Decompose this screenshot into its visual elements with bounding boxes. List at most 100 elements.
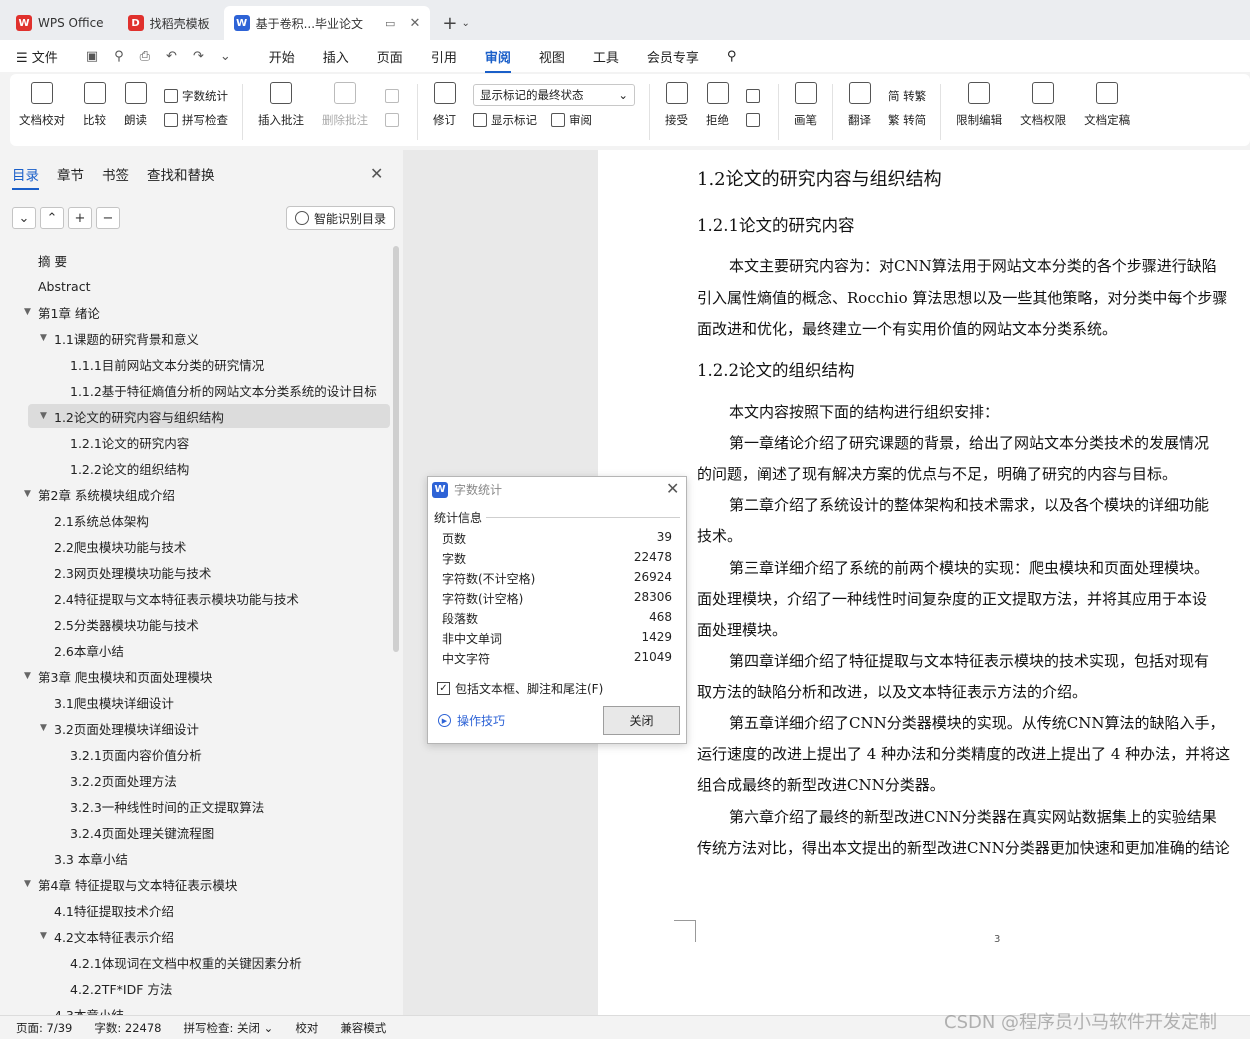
menu-page[interactable]: 页面 — [377, 47, 403, 66]
smart-toc-button[interactable]: 智能识别目录 — [286, 206, 396, 230]
translate-button[interactable]: 翻译 — [848, 82, 871, 128]
read-aloud-button[interactable]: 朗读 — [124, 82, 147, 128]
toggle-caret-icon[interactable]: ▼ — [40, 723, 54, 733]
close-tab-icon[interactable]: ✕ — [409, 16, 420, 31]
toc-item[interactable]: 2.1系统总体架构 — [40, 508, 149, 532]
close-pane-icon[interactable]: ✕ — [370, 164, 383, 183]
to-traditional-button[interactable]: 简 转繁 — [888, 84, 926, 108]
toggle-caret-icon[interactable]: ▼ — [40, 333, 54, 343]
spell-check-indicator[interactable]: 拼写检查: 关闭 ⌄ — [183, 1020, 273, 1036]
compare-button[interactable]: 比较 — [83, 82, 106, 128]
toc-item[interactable]: 1.1.1目前网站文本分类的研究情况 — [56, 352, 264, 376]
delete-comment-button[interactable]: 删除批注 — [322, 82, 368, 128]
add-heading-icon[interactable]: + — [68, 207, 92, 229]
accept-button[interactable]: 接受 — [665, 82, 688, 128]
page-indicator[interactable]: 页面: 7/39 — [16, 1020, 72, 1036]
menu-review[interactable]: 审阅 — [484, 47, 511, 73]
previous-change-button[interactable] — [746, 84, 764, 108]
file-menu[interactable]: ☰ 文件 — [16, 47, 58, 66]
toc-item[interactable]: 3.2.2页面处理方法 — [56, 768, 177, 792]
doc-check-button[interactable]: 文档校对 — [19, 82, 65, 128]
toc-item[interactable]: ▼ 第3章 爬虫模块和页面处理模块 — [24, 664, 212, 688]
toc-item[interactable]: ▼ 第4章 特征提取与文本特征表示模块 — [24, 872, 237, 896]
spell-check-button[interactable]: 拼写检查 — [164, 108, 228, 132]
toc-item[interactable]: 1.2.1论文的研究内容 — [56, 430, 189, 454]
toc-item[interactable]: 3.1爬虫模块详细设计 — [40, 690, 174, 714]
menu-tools[interactable]: 工具 — [593, 47, 619, 66]
toc-item[interactable]: ▼ 3.2页面处理模块详细设计 — [40, 716, 199, 740]
toc-item[interactable]: 3.2.3一种线性时间的正文提取算法 — [56, 794, 264, 818]
toc-item[interactable]: 3.2.1页面内容价值分析 — [56, 742, 202, 766]
toc-item[interactable]: 2.4特征提取与文本特征表示模块功能与技术 — [40, 586, 299, 610]
previous-comment-button[interactable] — [385, 84, 403, 108]
toc-item[interactable]: ▼ 4.2文本特征表示介绍 — [40, 924, 174, 948]
menu-references[interactable]: 引用 — [431, 47, 457, 66]
doc-finalize-button[interactable]: 文档定稿 — [1084, 82, 1130, 128]
window-icon[interactable]: ▭ — [385, 17, 395, 30]
toc-item[interactable]: 1.2.2论文的组织结构 — [56, 456, 189, 480]
document-page[interactable]: 1.2论文的研究内容与组织结构 1.2.1论文的研究内容 本文主要研究内容为：对… — [598, 150, 1250, 1015]
word-count-button[interactable]: 字数统计 — [164, 84, 228, 108]
tab-docer-templates[interactable]: D 找稻壳模板 — [118, 6, 220, 40]
menu-view[interactable]: 视图 — [539, 47, 565, 66]
toc-item[interactable]: 2.3网页处理模块功能与技术 — [40, 560, 211, 584]
toc-item[interactable]: 1.1.2基于特征熵值分析的网站文本分类系统的设计目标 — [56, 378, 377, 402]
restrict-edit-button[interactable]: 限制编辑 — [956, 82, 1002, 128]
next-comment-button[interactable] — [385, 108, 403, 132]
expand-icon[interactable]: ⌄ — [12, 207, 36, 229]
print-preview-icon[interactable]: ⎙ — [140, 49, 150, 64]
tab-sections[interactable]: 章节 — [57, 164, 84, 184]
toc-item[interactable]: ▼ 1.2论文的研究内容与组织结构 — [28, 404, 390, 428]
menu-insert[interactable]: 插入 — [323, 47, 349, 66]
tips-link[interactable]: ▶ 操作技巧 — [438, 712, 505, 729]
revise-button[interactable]: 修订 — [433, 82, 456, 128]
toggle-caret-icon[interactable]: ▼ — [40, 931, 54, 941]
undo-icon[interactable]: ↶ — [166, 49, 177, 64]
toc-item[interactable]: 2.6本章小结 — [40, 638, 124, 662]
search-icon[interactable]: ⚲ — [727, 49, 737, 64]
tab-wps-office[interactable]: W WPS Office — [6, 6, 114, 40]
word-count-indicator[interactable]: 字数: 22478 — [94, 1020, 161, 1036]
toc-scrollbar[interactable] — [393, 246, 399, 652]
review-pane-button[interactable]: 审阅 — [569, 112, 592, 128]
proofread-indicator[interactable]: 校对 — [295, 1020, 318, 1036]
new-tab-button[interactable]: + ⌄ — [434, 6, 477, 40]
toc-item[interactable]: 2.5分类器模块功能与技术 — [40, 612, 199, 636]
toc-item[interactable]: 2.2爬虫模块功能与技术 — [40, 534, 186, 558]
toc-item[interactable]: ▼ 第2章 系统模块组成介绍 — [24, 482, 175, 506]
toc-item[interactable]: 3.2.4页面处理关键流程图 — [56, 820, 214, 844]
doc-permission-button[interactable]: 文档权限 — [1020, 82, 1066, 128]
quick-access-more-icon[interactable]: ⌄ — [220, 49, 231, 64]
toggle-caret-icon[interactable]: ▼ — [24, 671, 38, 681]
pen-button[interactable]: 画笔 — [794, 82, 817, 128]
toc-item[interactable]: 摘 要 — [24, 248, 67, 272]
redo-icon[interactable]: ↷ — [193, 49, 204, 64]
toc-item[interactable]: 3.3 本章小结 — [40, 846, 128, 870]
toggle-caret-icon[interactable]: ▼ — [40, 411, 54, 421]
toc-item[interactable]: ▼ 1.1课题的研究背景和意义 — [40, 326, 199, 350]
tab-find-replace[interactable]: 查找和替换 — [147, 164, 215, 184]
toc-item[interactable]: 4.2.2TF*IDF 方法 — [56, 976, 172, 1000]
to-simplified-button[interactable]: 繁 转简 — [888, 108, 926, 132]
tab-bookmarks[interactable]: 书签 — [102, 164, 129, 184]
reject-button[interactable]: 拒绝 — [706, 82, 729, 128]
toc-item[interactable]: Abstract — [24, 274, 90, 298]
tab-toc[interactable]: 目录 — [12, 164, 39, 190]
insert-comment-button[interactable]: 插入批注 — [258, 82, 304, 128]
toc-item[interactable]: ▼ 第1章 绪论 — [24, 300, 100, 324]
dialog-title-bar[interactable]: W 字数统计 — [432, 481, 502, 498]
remove-heading-icon[interactable]: − — [96, 207, 120, 229]
menu-member[interactable]: 会员专享 — [647, 47, 699, 66]
toggle-caret-icon[interactable]: ▼ — [24, 879, 38, 889]
next-change-button[interactable] — [746, 108, 764, 132]
toggle-caret-icon[interactable]: ▼ — [24, 489, 38, 499]
toggle-caret-icon[interactable]: ▼ — [24, 307, 38, 317]
toc-item[interactable]: 4.2.1体现词在文档中权重的关键因素分析 — [56, 950, 302, 974]
toc-item[interactable]: 4.3本章小结 — [40, 1002, 124, 1016]
include-textbox-checkbox[interactable]: ✓ 包括文本框、脚注和尾注(F) — [437, 680, 603, 697]
tab-thesis-document[interactable]: W 基于卷积...毕业论文 ▭ ✕ — [223, 6, 431, 40]
menu-home[interactable]: 开始 — [269, 47, 295, 66]
share-icon[interactable]: ⚲ — [114, 49, 124, 64]
markup-state-select[interactable]: 显示标记的最终状态 ⌄ — [473, 84, 635, 106]
close-button[interactable]: 关闭 — [603, 706, 680, 735]
